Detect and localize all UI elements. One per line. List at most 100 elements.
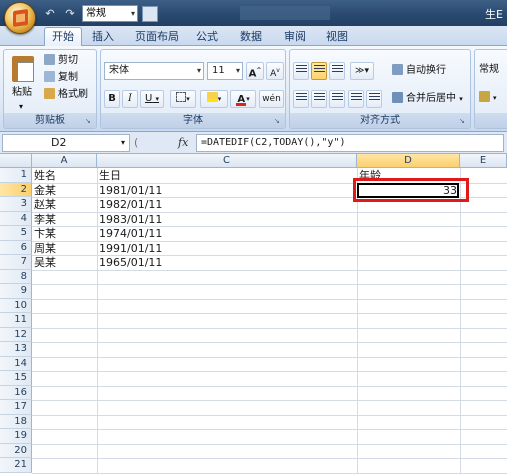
- align-left-button[interactable]: [293, 90, 309, 108]
- currency-format-button[interactable]: ▾: [479, 91, 497, 105]
- align-middle-button[interactable]: [311, 62, 327, 80]
- column-header-e[interactable]: E: [460, 154, 507, 168]
- row-header[interactable]: 11: [0, 313, 32, 328]
- align-center-button[interactable]: [311, 90, 327, 108]
- alignment-launcher-icon[interactable]: ↘: [459, 117, 467, 125]
- cell-birthday[interactable]: 1981/01/11: [97, 183, 357, 198]
- clipboard-launcher-icon[interactable]: ↘: [85, 117, 93, 125]
- row-header[interactable]: 5: [0, 226, 32, 241]
- row-header[interactable]: 9: [0, 284, 32, 299]
- cell-name[interactable]: 李某: [32, 212, 97, 227]
- cell-birthday[interactable]: 1974/01/11: [97, 226, 357, 241]
- cell-age[interactable]: [357, 226, 460, 241]
- decrease-indent-button[interactable]: [348, 90, 364, 108]
- row-header[interactable]: 2: [0, 182, 32, 197]
- orientation-button[interactable]: ≫▾: [350, 62, 374, 80]
- cell-birthday[interactable]: 1983/01/11: [97, 212, 357, 227]
- underline-button[interactable]: U ▾: [140, 90, 164, 108]
- row-header[interactable]: 6: [0, 240, 32, 255]
- column-header-a[interactable]: A: [32, 154, 97, 168]
- tab-formulas[interactable]: 公式: [192, 28, 222, 46]
- cell-age[interactable]: [357, 241, 460, 256]
- qat-number-format[interactable]: 常规: [82, 5, 138, 22]
- border-button[interactable]: ▾: [170, 90, 196, 108]
- column-header-c[interactable]: C: [97, 154, 357, 168]
- italic-button[interactable]: I: [122, 90, 138, 108]
- tab-home[interactable]: 开始: [44, 27, 82, 47]
- row-header[interactable]: 7: [0, 255, 32, 270]
- shrink-arrow-icon: v: [276, 67, 280, 74]
- tab-data[interactable]: 数据: [236, 28, 266, 46]
- row-header[interactable]: 3: [0, 197, 32, 212]
- tab-view[interactable]: 视图: [322, 28, 352, 46]
- formula-input[interactable]: =DATEDIF(C2,TODAY(),"y"): [196, 134, 504, 152]
- row-header[interactable]: 8: [0, 269, 32, 284]
- cell-age[interactable]: [357, 212, 460, 227]
- undo-icon[interactable]: ↶: [42, 6, 58, 22]
- cell-birthday[interactable]: 1965/01/11: [97, 255, 357, 270]
- row-header[interactable]: 20: [0, 443, 32, 458]
- align-top-button[interactable]: [293, 62, 309, 80]
- cell-name[interactable]: 卞某: [32, 226, 97, 241]
- cell-c1[interactable]: 生日: [97, 168, 357, 183]
- row-header[interactable]: 18: [0, 414, 32, 429]
- cut-button[interactable]: 剪切: [44, 54, 78, 68]
- cell-birthday[interactable]: 1982/01/11: [97, 197, 357, 212]
- gridline: [32, 414, 507, 416]
- gridline: [32, 472, 507, 474]
- redo-icon[interactable]: ↷: [62, 6, 78, 22]
- paste-dropdown-icon[interactable]: ▾: [19, 100, 23, 114]
- chevron-down-icon: ▾: [120, 138, 125, 147]
- cell-name[interactable]: 周某: [32, 241, 97, 256]
- name-box[interactable]: D2 ▾: [2, 134, 130, 152]
- row-header[interactable]: 13: [0, 342, 32, 357]
- bold-button[interactable]: B: [104, 90, 120, 108]
- fill-color-button[interactable]: ▾: [200, 90, 228, 108]
- paste-button[interactable]: 粘贴: [12, 86, 32, 100]
- row-header[interactable]: 15: [0, 371, 32, 386]
- format-painter-button[interactable]: 格式刷: [44, 88, 88, 102]
- alignment-group: ≫▾ 自动换行 合并后居中 ▾ 对齐方式 ↘: [289, 49, 471, 129]
- font-size-dropdown[interactable]: 11 ▾: [207, 62, 243, 80]
- row-header[interactable]: 4: [0, 211, 32, 226]
- grow-font-button[interactable]: A^: [246, 62, 264, 80]
- column-header-d[interactable]: D: [357, 154, 460, 168]
- row-header[interactable]: 14: [0, 356, 32, 371]
- office-button[interactable]: [4, 2, 36, 34]
- cell-name[interactable]: 吴某: [32, 255, 97, 270]
- save-icon[interactable]: [142, 5, 158, 22]
- font-color-button[interactable]: A▾: [230, 90, 256, 108]
- row-header[interactable]: 12: [0, 327, 32, 342]
- cut-label: 剪切: [58, 55, 78, 66]
- phonetic-button[interactable]: wén: [259, 90, 284, 108]
- align-bottom-button[interactable]: [329, 62, 345, 80]
- paste-icon[interactable]: [12, 56, 34, 82]
- row-header[interactable]: 19: [0, 429, 32, 444]
- cell-a1[interactable]: 姓名: [32, 168, 97, 183]
- tab-insert[interactable]: 插入: [88, 28, 118, 46]
- increase-indent-button[interactable]: [366, 90, 382, 108]
- cell-name[interactable]: 金某: [32, 183, 97, 198]
- wrap-text-button[interactable]: 自动换行: [392, 64, 446, 78]
- shrink-font-button[interactable]: Av: [266, 62, 284, 80]
- number-format-dropdown[interactable]: 常规: [479, 63, 499, 77]
- wrap-text-icon: [392, 64, 403, 75]
- row-header[interactable]: 17: [0, 400, 32, 415]
- insert-function-button[interactable]: fx: [178, 134, 188, 151]
- tab-page-layout[interactable]: 页面布局: [130, 28, 184, 46]
- row-header[interactable]: 21: [0, 458, 32, 473]
- copy-button[interactable]: 复制: [44, 71, 78, 85]
- select-all-button[interactable]: [0, 154, 32, 168]
- cell-age[interactable]: [357, 255, 460, 270]
- row-header[interactable]: 10: [0, 298, 32, 313]
- cell-name[interactable]: 赵某: [32, 197, 97, 212]
- row-header[interactable]: 1: [0, 168, 32, 183]
- tab-review[interactable]: 审阅: [280, 28, 310, 46]
- row-header[interactable]: 16: [0, 385, 32, 400]
- font-launcher-icon[interactable]: ↘: [274, 117, 282, 125]
- font-name-dropdown[interactable]: 宋体 ▾: [104, 62, 204, 80]
- align-right-button[interactable]: [329, 90, 345, 108]
- merge-center-button[interactable]: 合并后居中 ▾: [392, 92, 463, 106]
- copy-icon: [44, 71, 55, 82]
- cell-birthday[interactable]: 1991/01/11: [97, 241, 357, 256]
